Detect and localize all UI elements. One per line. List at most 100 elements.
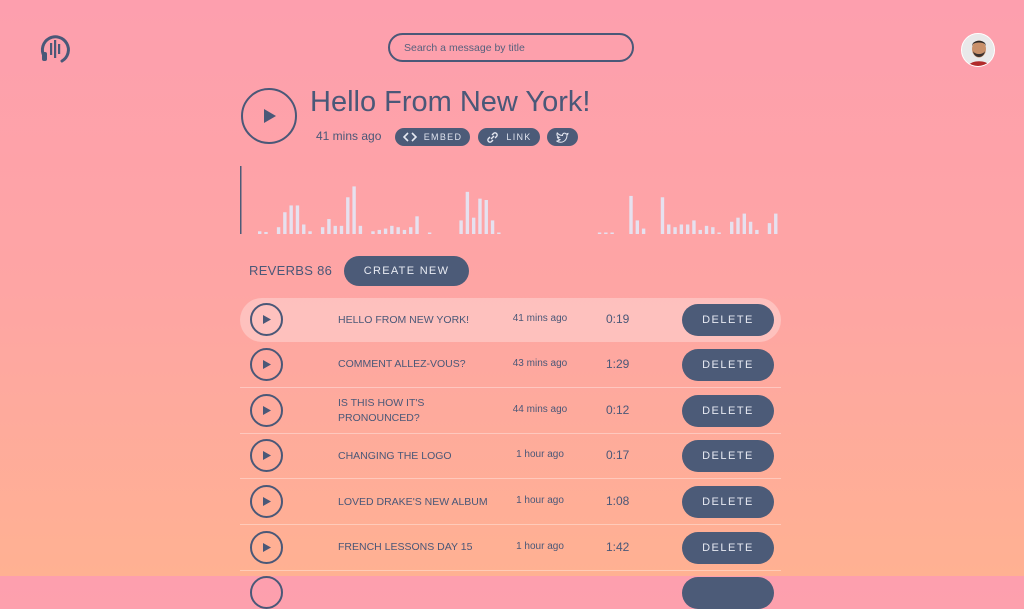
delete-button[interactable] [682,576,774,609]
message-title: Hello From New York! [310,86,591,118]
link-button[interactable]: LINK [478,128,540,146]
waveform-bar [667,224,671,234]
link-label: LINK [506,132,532,142]
row-title: CHANGING THE LOGO [338,449,452,462]
create-new-button[interactable]: CREATE NEW [344,256,469,286]
waveform-bar [276,227,281,234]
search-input[interactable] [388,33,634,62]
waveform-bar [346,197,350,234]
waveform-bar [704,225,709,234]
waveform-bar [748,221,753,234]
message-row[interactable]: FRENCH LESSONS DAY 15 1 hour ago 1:42 DELET… [240,526,781,571]
code-icon [402,132,417,142]
embed-button[interactable]: EMBED [395,128,470,146]
delete-button[interactable]: DELETE [682,531,774,564]
row-play-button[interactable] [250,439,283,473]
waveform-bar [755,229,759,234]
waveform-bar [698,229,702,234]
waveform-bar [692,220,696,234]
delete-button[interactable]: DELETE [682,394,774,427]
user-avatar[interactable] [961,33,995,67]
waveform-bar [478,198,482,234]
waveform-bar [358,225,363,234]
row-play-button[interactable] [250,393,283,427]
waveform-bar [383,228,388,234]
waveform-bar [327,219,331,234]
play-icon [263,405,271,415]
waveform-bar [465,191,470,234]
waveform-bar [409,227,413,234]
message-row[interactable]: HELLO FROM NEW YORK! 41 mins ago 0:19 DELET… [240,298,781,342]
waveform-bar [459,220,463,234]
logo-icon[interactable] [38,32,72,66]
waveform-bar [352,186,356,234]
waveform-bar [730,221,734,234]
waveform-bar [415,216,419,234]
embed-label: EMBED [423,132,463,142]
message-list: HELLO FROM NEW YORK! 41 mins ago 0:19 DELET… [240,298,781,609]
waveform-bar [629,195,633,234]
waveform-bar [396,227,400,234]
play-icon [263,497,271,506]
row-play-button[interactable] [250,485,283,518]
row-title: FRENCH LESSONS DAY 15 [338,541,473,554]
row-time: 44 mins ago [512,403,568,415]
waveform-bar [774,213,778,234]
play-icon [263,542,271,552]
row-time: 1 hour ago [516,540,564,552]
waveform-bar [289,205,293,234]
play-icon [263,315,271,324]
message-row[interactable]: LOVED DRAKE'S NEW ALBUM 1 hour ago 1:08 DEL… [240,480,781,525]
message-row[interactable]: COMMENT ALLEZ-VOUS? 43 mins ago 1:29 DELETE [240,343,781,388]
waveform-bar [333,225,337,234]
row-title: IS THIS HOW IT'S PRONOUNCED? [338,396,425,424]
message-time: 41 mins ago [316,129,382,143]
waveform-bar [258,231,262,234]
twitter-button[interactable] [547,128,578,146]
waveform-bar [673,227,677,234]
waveform-bar [497,232,501,234]
waveform-bar [339,225,344,234]
row-title: LOVED DRAKE'S NEW ALBUM [338,495,488,508]
waveform-bar [283,212,287,234]
playhead[interactable] [240,166,242,234]
row-time: 1 hour ago [516,449,564,461]
waveform[interactable] [240,164,785,236]
message-row[interactable]: IS THIS HOW IT'S PRONOUNCED? 44 mins ago 0… [240,389,781,434]
waveform-bar [308,231,312,234]
waveform-bar [641,228,646,234]
waveform-bar [302,224,306,234]
main-play-button[interactable] [241,88,297,144]
waveform-bar [390,225,394,234]
row-duration: 1:29 [606,356,630,371]
row-duration: 0:19 [606,312,630,326]
row-play-button[interactable] [250,530,283,564]
waveform-bar [742,213,746,234]
waveform-bar [604,232,608,234]
waveform-bar [711,227,715,234]
row-duration: 0:17 [606,448,630,463]
row-duration: 1:42 [606,539,630,554]
waveform-bar [736,217,740,234]
waveform-bar [767,223,772,234]
delete-button[interactable]: DELETE [682,304,774,336]
row-play-button[interactable] [250,575,283,609]
waveform-bar [320,227,325,234]
message-row[interactable]: CHANGING THE LOGO 1 hour ago 0:17 DELETE [240,434,781,480]
waveform-bar [685,224,690,234]
waveform-bar [610,232,614,234]
waveform-bar [660,197,665,234]
row-play-button[interactable] [250,303,283,336]
waveform-bar [484,200,488,234]
waveform-bar [471,217,476,234]
delete-button[interactable]: DELETE [682,348,774,381]
delete-button[interactable]: DELETE [682,440,774,473]
play-icon [263,359,271,369]
delete-button[interactable]: DELETE [682,486,774,518]
waveform-bar [264,231,268,234]
waveform-bar [717,232,721,234]
waveform-bar [679,224,684,234]
row-play-button[interactable] [250,347,283,381]
play-icon [264,109,276,123]
message-row-partial[interactable] [240,572,781,609]
